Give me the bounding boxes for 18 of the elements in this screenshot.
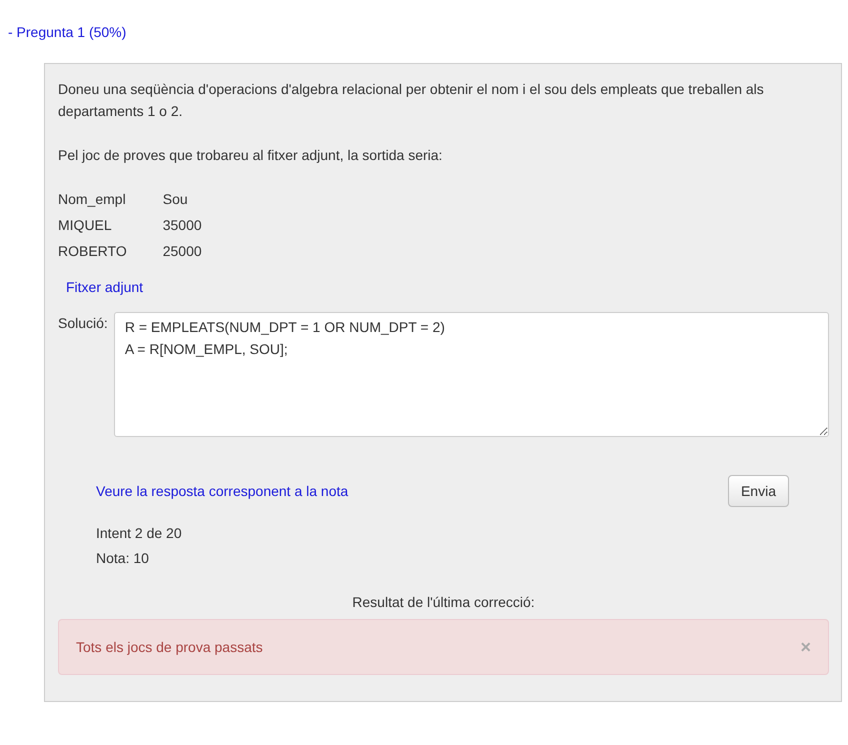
alert-message: Tots els jocs de prova passats <box>76 638 263 657</box>
table-cell-text: MIQUEL <box>58 216 113 235</box>
answer-link[interactable]: Veure la resposta corresponent a la nota <box>96 480 348 502</box>
solution-label: Solució: <box>58 314 108 333</box>
table-cell-text: 35000 <box>162 216 203 235</box>
question-link[interactable]: - Pregunta 1 (50%) <box>8 24 126 40</box>
attachment-link[interactable]: Fitxer adjunt <box>66 276 144 298</box>
column-header: Sou <box>162 190 189 209</box>
table-cell-text: 25000 <box>162 242 203 261</box>
example-intro: Pel joc de proves que trobareu al fitxer adjunt, la sortida seria: <box>58 146 444 165</box>
attempt-text: Intent 2 de 20 <box>96 524 183 543</box>
solution-field[interactable]: R = EMPLEATS(NUM_DPT = 1 OR NUM_DPT = 2) A = R[NOM_EMPL, SOU]; <box>114 312 829 437</box>
submit-button[interactable]: Envia <box>728 475 789 507</box>
table-cell-text: ROBERTO <box>58 242 128 261</box>
result-heading: Resultat de l'última correcció: <box>352 594 535 610</box>
question-statement: Doneu una seqüència d'operacions d'algebra relacional per obtenir el nom i el sou dels empleats que treballen als departaments 1 o 2. <box>58 80 765 121</box>
column-header: Nom_empl <box>58 190 127 209</box>
grade-text: Nota: 10 <box>96 549 150 568</box>
